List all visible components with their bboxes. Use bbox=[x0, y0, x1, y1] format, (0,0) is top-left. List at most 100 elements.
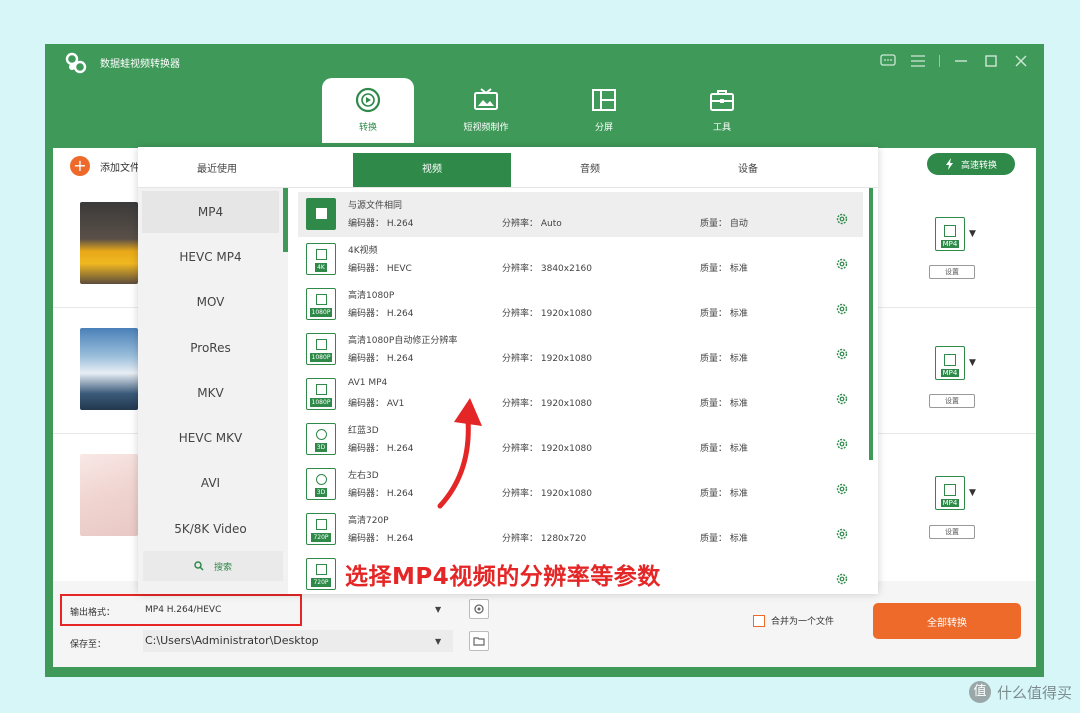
video-format-icon: 1080P bbox=[306, 378, 336, 410]
gear-icon[interactable] bbox=[835, 212, 849, 226]
window-controls bbox=[879, 52, 1030, 70]
convert-all-button[interactable]: 全部转换 bbox=[873, 603, 1021, 639]
tab-split-screen[interactable]: 分屏 bbox=[558, 78, 650, 143]
video-thumbnail[interactable] bbox=[80, 454, 138, 536]
convert-icon bbox=[355, 87, 381, 113]
merge-checkbox[interactable]: 合并为一个文件 bbox=[753, 614, 834, 627]
tab-spacer bbox=[296, 153, 353, 187]
watermark-logo-icon: 值 bbox=[968, 681, 991, 703]
tab-label: 分屏 bbox=[594, 123, 613, 133]
output-format-select[interactable]: MP4 H.264/HEVC bbox=[143, 599, 453, 621]
tab-short-video[interactable]: 短视频制作 bbox=[440, 78, 532, 143]
preset-item[interactable]: 4K 4K视频 编码器： HEVC 分辨率： 3840x2160 质量： 标准 bbox=[298, 237, 863, 282]
tab-tools[interactable]: 工具 bbox=[676, 78, 768, 143]
preset-item[interactable]: 1080P 高清1080P自动修正分辨率 编码器： H.264 分辨率： 192… bbox=[298, 327, 863, 372]
lightning-icon bbox=[945, 158, 953, 170]
add-file-button[interactable]: + 添加文件 bbox=[70, 156, 140, 176]
tab-label: 转换 bbox=[358, 123, 377, 133]
gear-icon[interactable] bbox=[835, 437, 849, 451]
minimize-icon[interactable] bbox=[952, 52, 970, 70]
checkbox[interactable] bbox=[753, 614, 765, 627]
format-item-5k8k[interactable]: 5K/8K Video bbox=[138, 508, 283, 550]
caret-down-icon: ▼ bbox=[969, 358, 976, 368]
format-selector[interactable]: MP4 ▼ bbox=[935, 476, 976, 510]
split-screen-icon bbox=[592, 89, 616, 111]
preset-item[interactable]: 3D 左右3D 编码器： H.264 分辨率： 1920x1080 质量： 标准 bbox=[298, 462, 863, 507]
app-logo-icon bbox=[65, 52, 87, 74]
caret-down-icon[interactable]: ▼ bbox=[435, 637, 441, 646]
fast-convert-button[interactable]: 高速转换 bbox=[927, 153, 1015, 175]
tab-convert[interactable]: 转换 bbox=[322, 78, 414, 143]
gear-icon[interactable] bbox=[835, 347, 849, 361]
popup-tabs: 最近使用 视频 音频 设备 bbox=[138, 153, 878, 187]
annotation-text: 选择MP4视频的分辨率等参数 bbox=[345, 564, 661, 590]
gear-icon[interactable] bbox=[835, 257, 849, 271]
format-list: MP4 HEVC MP4 MOV ProRes MKV HEVC MKV AVI… bbox=[138, 188, 288, 594]
search-icon bbox=[194, 561, 204, 571]
settings-button[interactable]: 设置 bbox=[929, 265, 975, 279]
format-item-mov[interactable]: MOV bbox=[138, 281, 283, 323]
format-item-hevc-mkv[interactable]: HEVC MKV bbox=[138, 417, 283, 459]
save-path-field[interactable]: C:\Users\Administrator\Desktop bbox=[143, 630, 453, 652]
menu-icon[interactable] bbox=[909, 52, 927, 70]
fast-convert-label: 高速转换 bbox=[960, 160, 997, 171]
format-icon: MP4 bbox=[935, 476, 965, 510]
watermark-text: 什么值得买 bbox=[996, 683, 1072, 702]
maximize-icon[interactable] bbox=[982, 52, 1000, 70]
settings-button[interactable]: 设置 bbox=[929, 394, 975, 408]
gear-icon[interactable] bbox=[835, 392, 849, 406]
annotation-arrow bbox=[437, 398, 482, 509]
gear-icon[interactable] bbox=[835, 482, 849, 496]
format-selector[interactable]: MP4 ▼ bbox=[935, 217, 976, 251]
settings-button[interactable]: 设置 bbox=[929, 525, 975, 539]
preset-item[interactable]: 与源文件相同 编码器： H.264 分辨率： Auto 质量： 自动 bbox=[298, 192, 863, 237]
preset-item[interactable]: 1080P AV1 MP4 编码器： AV1 分辨率： 1920x1080 质量… bbox=[298, 372, 863, 417]
plus-icon: + bbox=[70, 156, 90, 176]
preset-item[interactable]: 720P 高清720P 编码器： H.264 分辨率： 1280x720 质量：… bbox=[298, 507, 863, 552]
scrollbar[interactable] bbox=[869, 188, 873, 460]
video-thumbnail[interactable] bbox=[80, 328, 138, 410]
format-item-hevc-mp4[interactable]: HEVC MP4 bbox=[138, 236, 283, 278]
main-nav: 转换 短视频制作 分屏 工具 bbox=[322, 78, 794, 143]
video-format-icon: 720P bbox=[306, 513, 336, 545]
tab-label: 短视频制作 bbox=[463, 123, 509, 133]
format-selector[interactable]: MP4 ▼ bbox=[935, 346, 976, 380]
gear-icon[interactable] bbox=[835, 302, 849, 316]
format-settings-icon[interactable] bbox=[469, 599, 489, 619]
folder-icon[interactable] bbox=[469, 631, 489, 651]
gear-icon[interactable] bbox=[835, 572, 849, 586]
preset-list: 与源文件相同 编码器： H.264 分辨率： Auto 质量： 自动 4K 4K… bbox=[298, 188, 873, 594]
format-item-avi[interactable]: AVI bbox=[138, 462, 283, 504]
title-bar: 数据蛙视频转换器 bbox=[45, 44, 1044, 80]
save-to-label: 保存至： bbox=[70, 640, 107, 650]
3d-format-icon: 3D bbox=[306, 423, 336, 455]
preset-item[interactable]: 3D 红蓝3D 编码器： H.264 分辨率： 1920x1080 质量： 标准 bbox=[298, 417, 863, 462]
tv-icon bbox=[474, 88, 498, 110]
format-item-prores[interactable]: ProRes bbox=[138, 327, 283, 369]
video-thumbnail[interactable] bbox=[80, 202, 138, 284]
tab-recent[interactable]: 最近使用 bbox=[138, 153, 296, 187]
format-icon: MP4 bbox=[935, 217, 965, 251]
gear-icon[interactable] bbox=[835, 527, 849, 541]
format-search-button[interactable]: 搜索 bbox=[143, 551, 283, 581]
scrollbar[interactable] bbox=[283, 188, 288, 252]
video-format-icon: 720P bbox=[306, 558, 336, 590]
format-popup: 最近使用 视频 音频 设备 MP4 HEVC MP4 MOV ProRes MK… bbox=[138, 147, 878, 594]
separator bbox=[939, 55, 940, 67]
feedback-icon[interactable] bbox=[879, 52, 897, 70]
toolbox-icon bbox=[710, 90, 734, 111]
preset-item[interactable]: 1080P 高清1080P 编码器： H.264 分辨率： 1920x1080 … bbox=[298, 282, 863, 327]
caret-down-icon[interactable]: ▼ bbox=[435, 605, 441, 614]
format-icon: MP4 bbox=[935, 346, 965, 380]
format-item-mkv[interactable]: MKV bbox=[138, 372, 283, 414]
source-file-icon bbox=[306, 198, 336, 230]
format-item-mp4[interactable]: MP4 bbox=[142, 191, 279, 233]
caret-down-icon: ▼ bbox=[969, 488, 976, 498]
caret-down-icon: ▼ bbox=[969, 229, 976, 239]
tab-video[interactable]: 视频 bbox=[353, 153, 511, 187]
tab-device[interactable]: 设备 bbox=[669, 153, 827, 187]
close-icon[interactable] bbox=[1012, 52, 1030, 70]
video-format-icon: 4K bbox=[306, 243, 336, 275]
video-format-icon: 1080P bbox=[306, 333, 336, 365]
tab-audio[interactable]: 音频 bbox=[511, 153, 669, 187]
